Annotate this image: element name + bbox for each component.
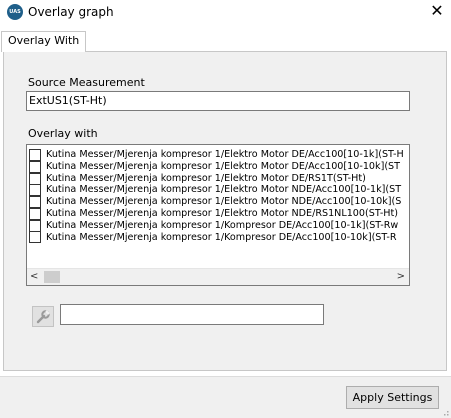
overlay-item-checkbox[interactable] <box>29 196 41 209</box>
overlay-list[interactable]: Kutina Messer/Mjerenja kompresor 1/Elekt… <box>26 144 410 286</box>
overlay-item-label: Kutina Messer/Mjerenja kompresor 1/Elekt… <box>46 184 402 196</box>
overlay-list-item[interactable]: Kutina Messer/Mjerenja kompresor 1/Elekt… <box>29 207 409 220</box>
overlay-item-label: Kutina Messer/Mjerenja kompresor 1/Kompr… <box>46 219 399 231</box>
overlay-item-checkbox[interactable] <box>29 148 41 161</box>
overlay-item-label: Kutina Messer/Mjerenja kompresor 1/Elekt… <box>46 196 402 208</box>
overlay-list-item[interactable]: Kutina Messer/Mjerenja kompresor 1/Elekt… <box>29 160 409 173</box>
overlay-list-item[interactable]: Kutina Messer/Mjerenja kompresor 1/Elekt… <box>29 172 409 185</box>
horizontal-scrollbar[interactable]: < > <box>27 268 409 285</box>
overlay-list-items: Kutina Messer/Mjerenja kompresor 1/Elekt… <box>29 148 409 244</box>
wrench-button[interactable] <box>32 306 54 327</box>
scroll-thumb[interactable] <box>44 271 60 283</box>
scroll-right-icon[interactable]: > <box>397 271 405 282</box>
scroll-left-icon[interactable]: < <box>30 271 38 282</box>
overlay-list-item[interactable]: Kutina Messer/Mjerenja kompresor 1/Kompr… <box>29 219 409 232</box>
source-measurement-label: Source Measurement <box>28 76 145 89</box>
app-logo-icon: UAS <box>7 4 23 20</box>
overlay-item-label: Kutina Messer/Mjerenja kompresor 1/Kompr… <box>46 231 397 243</box>
apply-settings-button[interactable]: Apply Settings <box>346 386 439 409</box>
overlay-item-label: Kutina Messer/Mjerenja kompresor 1/Elekt… <box>46 207 399 219</box>
close-icon[interactable]: ✕ <box>429 1 445 20</box>
overlay-item-checkbox[interactable] <box>29 219 41 232</box>
title-bar: UAS Overlay graph ✕ <box>0 0 451 24</box>
resize-grip-icon[interactable] <box>441 408 449 416</box>
source-measurement-field[interactable]: ExtUS1(ST-Ht) <box>26 91 410 111</box>
overlay-item-label: Kutina Messer/Mjerenja kompresor 1/Elekt… <box>46 149 404 160</box>
overlay-item-checkbox[interactable] <box>29 160 41 173</box>
overlay-item-checkbox[interactable] <box>29 207 41 220</box>
overlay-item-checkbox[interactable] <box>29 184 41 197</box>
overlay-list-item[interactable]: Kutina Messer/Mjerenja kompresor 1/Elekt… <box>29 148 409 161</box>
window-title: Overlay graph <box>28 5 114 19</box>
overlay-list-item[interactable]: Kutina Messer/Mjerenja kompresor 1/Elekt… <box>29 184 409 197</box>
overlay-with-label: Overlay with <box>28 127 98 140</box>
overlay-list-item[interactable]: Kutina Messer/Mjerenja kompresor 1/Kompr… <box>29 231 409 244</box>
tab-overlay-with[interactable]: Overlay With <box>1 31 87 52</box>
overlay-panel: Source Measurement ExtUS1(ST-Ht) Overlay… <box>3 51 447 371</box>
overlay-item-label: Kutina Messer/Mjerenja kompresor 1/Elekt… <box>46 160 401 172</box>
overlay-item-checkbox[interactable] <box>29 231 41 244</box>
filter-input[interactable] <box>60 304 324 325</box>
overlay-item-label: Kutina Messer/Mjerenja kompresor 1/Elekt… <box>46 172 366 184</box>
tab-bar: Overlay With <box>0 30 451 52</box>
overlay-item-checkbox[interactable] <box>29 172 41 185</box>
wrench-icon <box>36 309 50 323</box>
overlay-list-item[interactable]: Kutina Messer/Mjerenja kompresor 1/Elekt… <box>29 196 409 209</box>
